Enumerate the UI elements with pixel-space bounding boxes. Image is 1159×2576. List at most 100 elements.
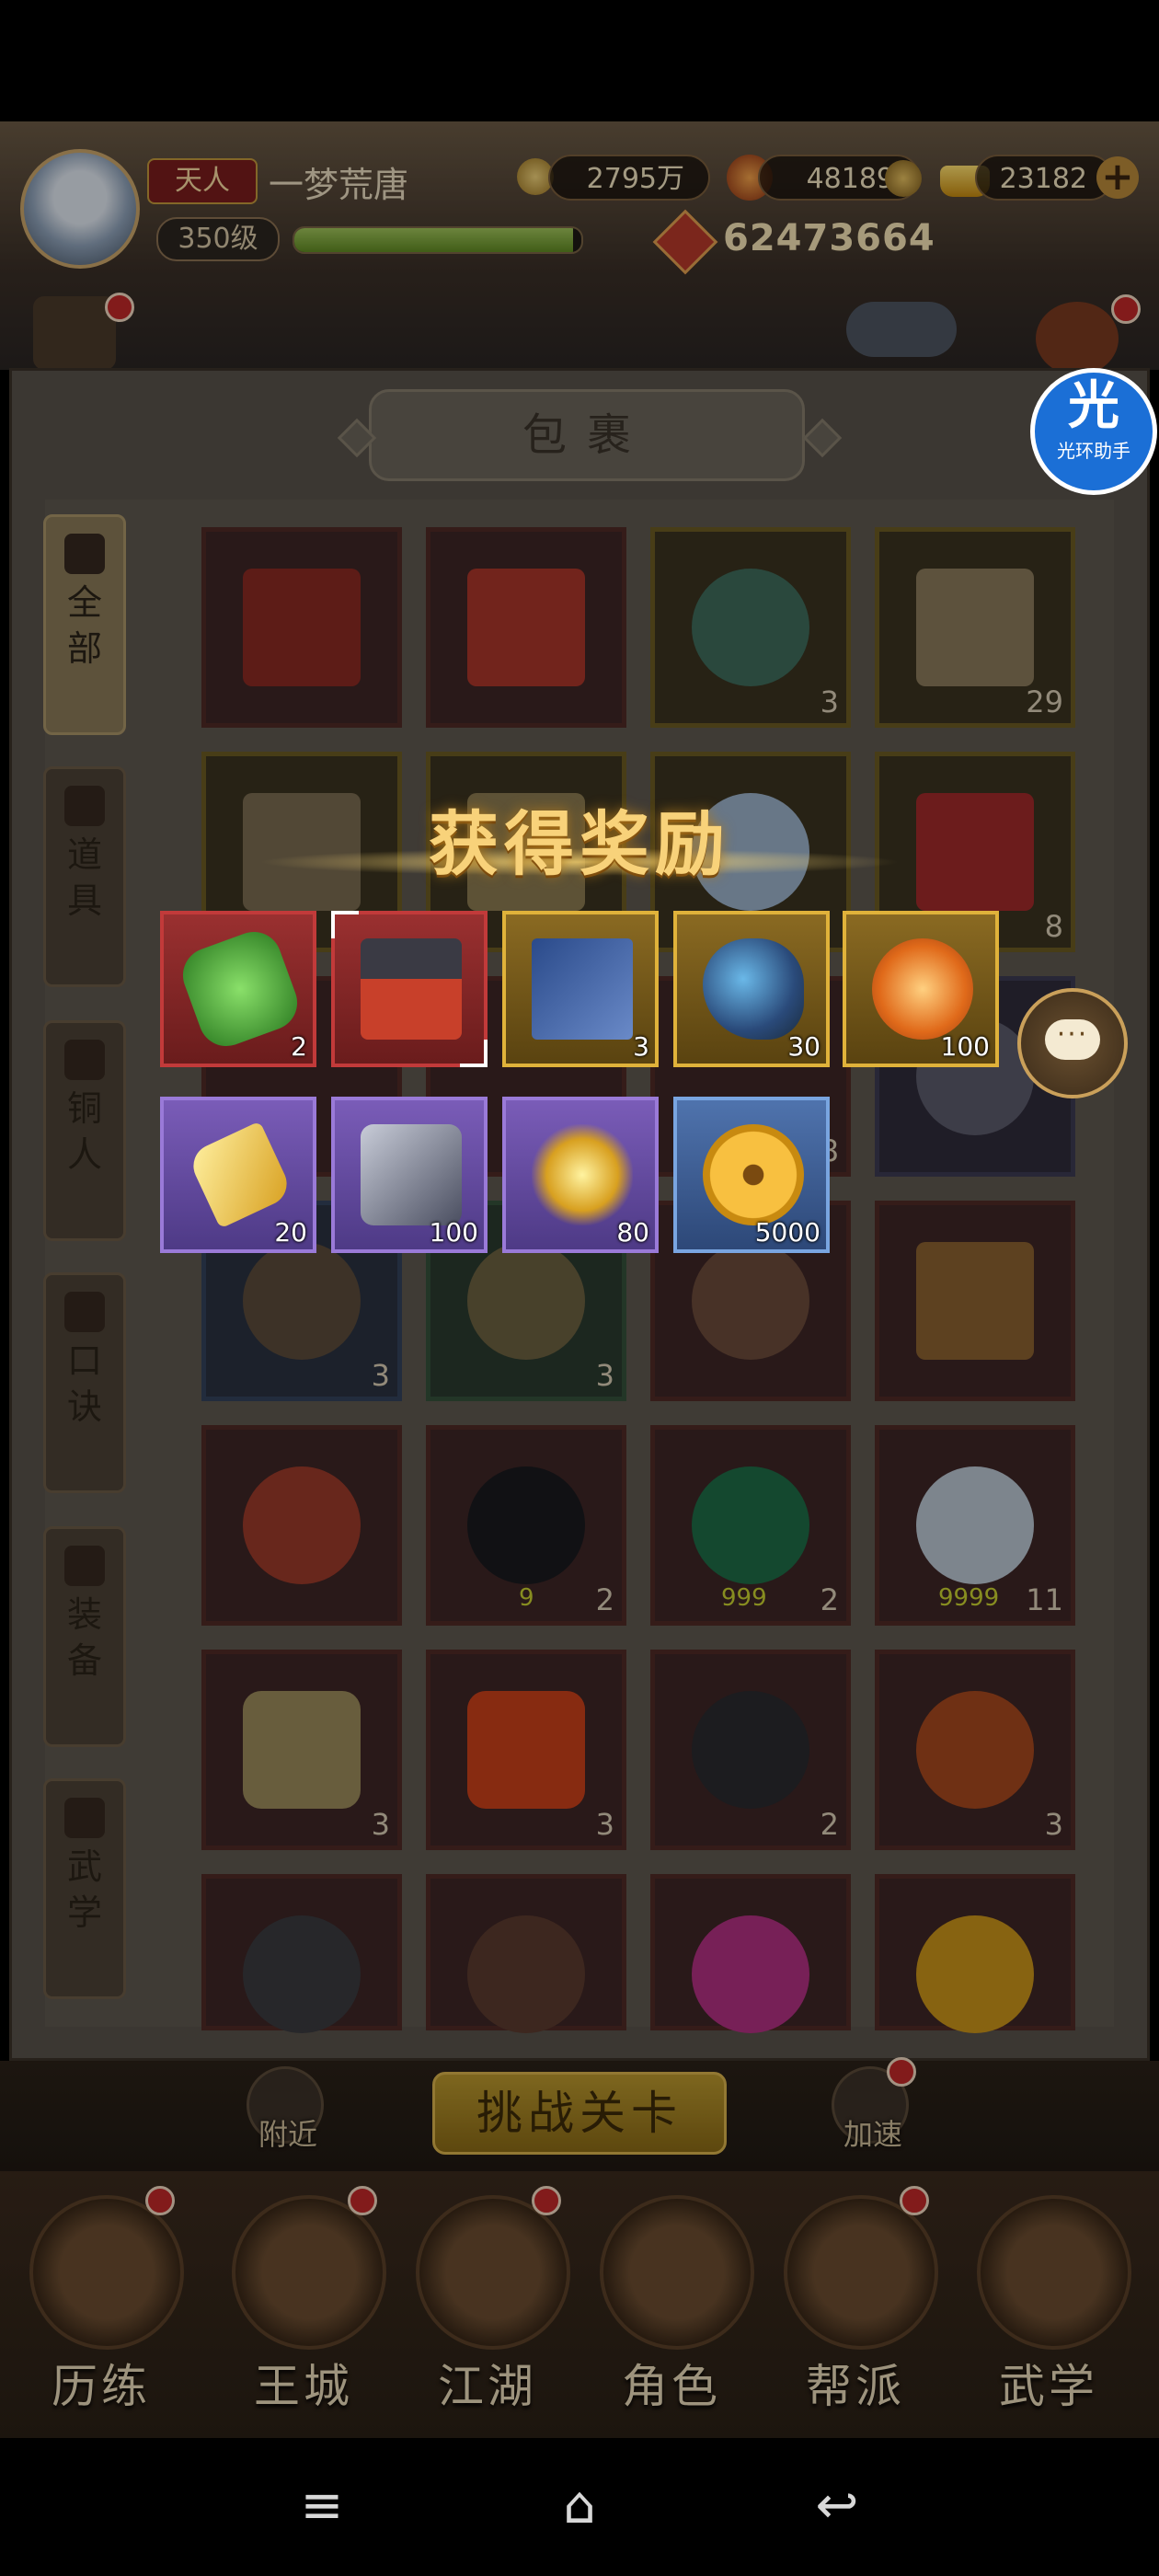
nav-training-label: 历练 bbox=[52, 2360, 151, 2413]
speedup-label: 加速 bbox=[843, 2117, 902, 2152]
red-envelope-icon bbox=[916, 793, 1034, 911]
robe-emblem-icon bbox=[916, 1691, 1034, 1809]
nav-training[interactable]: 历练 bbox=[9, 2180, 193, 2420]
tab-formula-label: 口诀 bbox=[66, 1340, 102, 1427]
plus-icon[interactable]: + bbox=[1096, 156, 1139, 199]
item-count: 3 bbox=[371, 1358, 390, 1393]
bag-slot[interactable]: 999 2 bbox=[650, 1425, 851, 1626]
iron-ore-icon bbox=[361, 1124, 462, 1225]
player-avatar[interactable] bbox=[20, 149, 140, 269]
needles-icon bbox=[243, 1242, 361, 1360]
selection-corner bbox=[460, 1040, 488, 1067]
tab-all-label: 全部 bbox=[66, 582, 102, 669]
item-count: 11 bbox=[1026, 1582, 1063, 1617]
bag-slot[interactable] bbox=[875, 1874, 1075, 2033]
reward-item[interactable]: 100 bbox=[331, 1097, 488, 1253]
player-level: 350级 bbox=[156, 217, 280, 261]
chat-button[interactable]: ··· bbox=[1017, 988, 1128, 1098]
snake-icon bbox=[243, 1466, 361, 1584]
bag-slot[interactable]: 3 bbox=[426, 1650, 626, 1850]
bag-slot[interactable] bbox=[875, 1201, 1075, 1401]
reward-item[interactable]: 20 bbox=[160, 1097, 316, 1253]
combat-power: 62473664 bbox=[723, 217, 935, 259]
tab-items-label: 道具 bbox=[66, 834, 102, 921]
reward-count: 80 bbox=[616, 1217, 649, 1248]
notification-dot bbox=[145, 2186, 175, 2215]
bag-slot[interactable]: 9999 11 bbox=[875, 1425, 1075, 1626]
item-count: 3 bbox=[595, 1807, 614, 1842]
reward-title: 获得奖励 bbox=[429, 803, 730, 885]
tab-all[interactable]: 全部 bbox=[43, 514, 126, 735]
reward-item[interactable]: 80 bbox=[502, 1097, 659, 1253]
assistant-glyph: 光 bbox=[1068, 376, 1119, 436]
bag-slot[interactable]: 3 bbox=[201, 1650, 402, 1850]
pink-emblem-icon bbox=[692, 1915, 809, 2033]
scroll-table-icon bbox=[916, 569, 1034, 686]
bag-slot[interactable] bbox=[426, 527, 626, 728]
tab-bronze-man[interactable]: 铜人 bbox=[43, 1020, 126, 1241]
bag-slot[interactable] bbox=[201, 527, 402, 728]
nav-martial[interactable]: 武学 bbox=[957, 2180, 1141, 2420]
event-icon[interactable] bbox=[846, 302, 957, 357]
bag-slot[interactable]: 92 bbox=[426, 1425, 626, 1626]
character-icon bbox=[600, 2195, 754, 2350]
gold-amount: 23182 bbox=[975, 155, 1113, 201]
nav-city[interactable]: 王城 bbox=[212, 2180, 396, 2420]
player-header: 天人 一梦荒唐 2795万 48189 23182 + 350级 6247366… bbox=[0, 121, 1159, 375]
reward-item[interactable]: 3 bbox=[502, 911, 659, 1067]
reward-item[interactable]: 100 bbox=[843, 911, 999, 1067]
reward-item[interactable]: 30 bbox=[673, 911, 830, 1067]
item-count: 3 bbox=[595, 1358, 614, 1393]
bag-slot[interactable] bbox=[426, 1874, 626, 2033]
copper-coin-icon bbox=[703, 1124, 804, 1225]
orange-orb-icon bbox=[872, 938, 973, 1040]
bag-slot[interactable] bbox=[650, 1874, 851, 2033]
bag-slot[interactable]: 3 bbox=[650, 527, 851, 728]
needles-icon bbox=[692, 1242, 809, 1360]
tab-items[interactable]: 道具 bbox=[43, 766, 126, 987]
bronze-man-icon bbox=[64, 1040, 105, 1080]
bag-slot[interactable]: 2 bbox=[650, 1650, 851, 1850]
ore-icon bbox=[243, 1691, 361, 1809]
cloud-ring-icon bbox=[916, 1466, 1034, 1584]
item-sub-label: 9999 bbox=[938, 1584, 1000, 1612]
item-count: 8 bbox=[1044, 909, 1063, 944]
item-count: 3 bbox=[1044, 1807, 1063, 1842]
home-icon[interactable]: ⌂ bbox=[543, 2469, 616, 2543]
item-count: 2 bbox=[595, 1582, 614, 1617]
reward-count: 100 bbox=[940, 1031, 990, 1062]
nav-character[interactable]: 角色 bbox=[580, 2180, 763, 2420]
menu-icon[interactable]: ≡ bbox=[285, 2469, 359, 2543]
gem-add-icon[interactable] bbox=[885, 160, 922, 197]
bag-slot[interactable] bbox=[201, 1425, 402, 1626]
palace-icon[interactable] bbox=[33, 296, 116, 370]
nav-jianghu[interactable]: 江湖 bbox=[396, 2180, 580, 2420]
manual-book-icon bbox=[532, 938, 633, 1040]
challenge-stage-button[interactable]: 挑战关卡 bbox=[432, 2072, 727, 2155]
assistant-button[interactable]: 光 光环助手 bbox=[1030, 368, 1157, 495]
title-ornament-right bbox=[802, 418, 843, 458]
nav-martial-label: 武学 bbox=[999, 2360, 1098, 2413]
tab-equipment[interactable]: 装备 bbox=[43, 1526, 126, 1747]
gold-star-icon bbox=[532, 1124, 633, 1225]
bag-slot[interactable]: 29 bbox=[875, 527, 1075, 728]
item-count: 29 bbox=[1026, 684, 1063, 719]
back-icon[interactable]: ↩ bbox=[800, 2469, 874, 2543]
tab-martial[interactable]: 武学 bbox=[43, 1778, 126, 1999]
item-count: 2 bbox=[820, 1582, 839, 1617]
boots-emblem-icon bbox=[467, 1915, 585, 2033]
reward-item[interactable]: 5000 bbox=[673, 1097, 830, 1253]
bag-slot[interactable]: 3 bbox=[875, 1650, 1075, 1850]
bag-slot[interactable] bbox=[201, 1874, 402, 2033]
reward-item[interactable]: 2 bbox=[160, 911, 316, 1067]
reward-count: 20 bbox=[274, 1217, 307, 1248]
activity-icon[interactable] bbox=[1036, 302, 1119, 375]
sword-emblem-icon bbox=[692, 1691, 809, 1809]
tab-equipment-label: 装备 bbox=[66, 1594, 102, 1681]
nav-guild[interactable]: 帮派 bbox=[763, 2180, 947, 2420]
chat-icon: ··· bbox=[1045, 1019, 1100, 1060]
tab-formula[interactable]: 口诀 bbox=[43, 1272, 126, 1493]
scroll-icon bbox=[64, 1292, 105, 1332]
nearby-button[interactable]: 附近 bbox=[247, 2066, 324, 2152]
treasure-chest-icon bbox=[361, 938, 462, 1040]
